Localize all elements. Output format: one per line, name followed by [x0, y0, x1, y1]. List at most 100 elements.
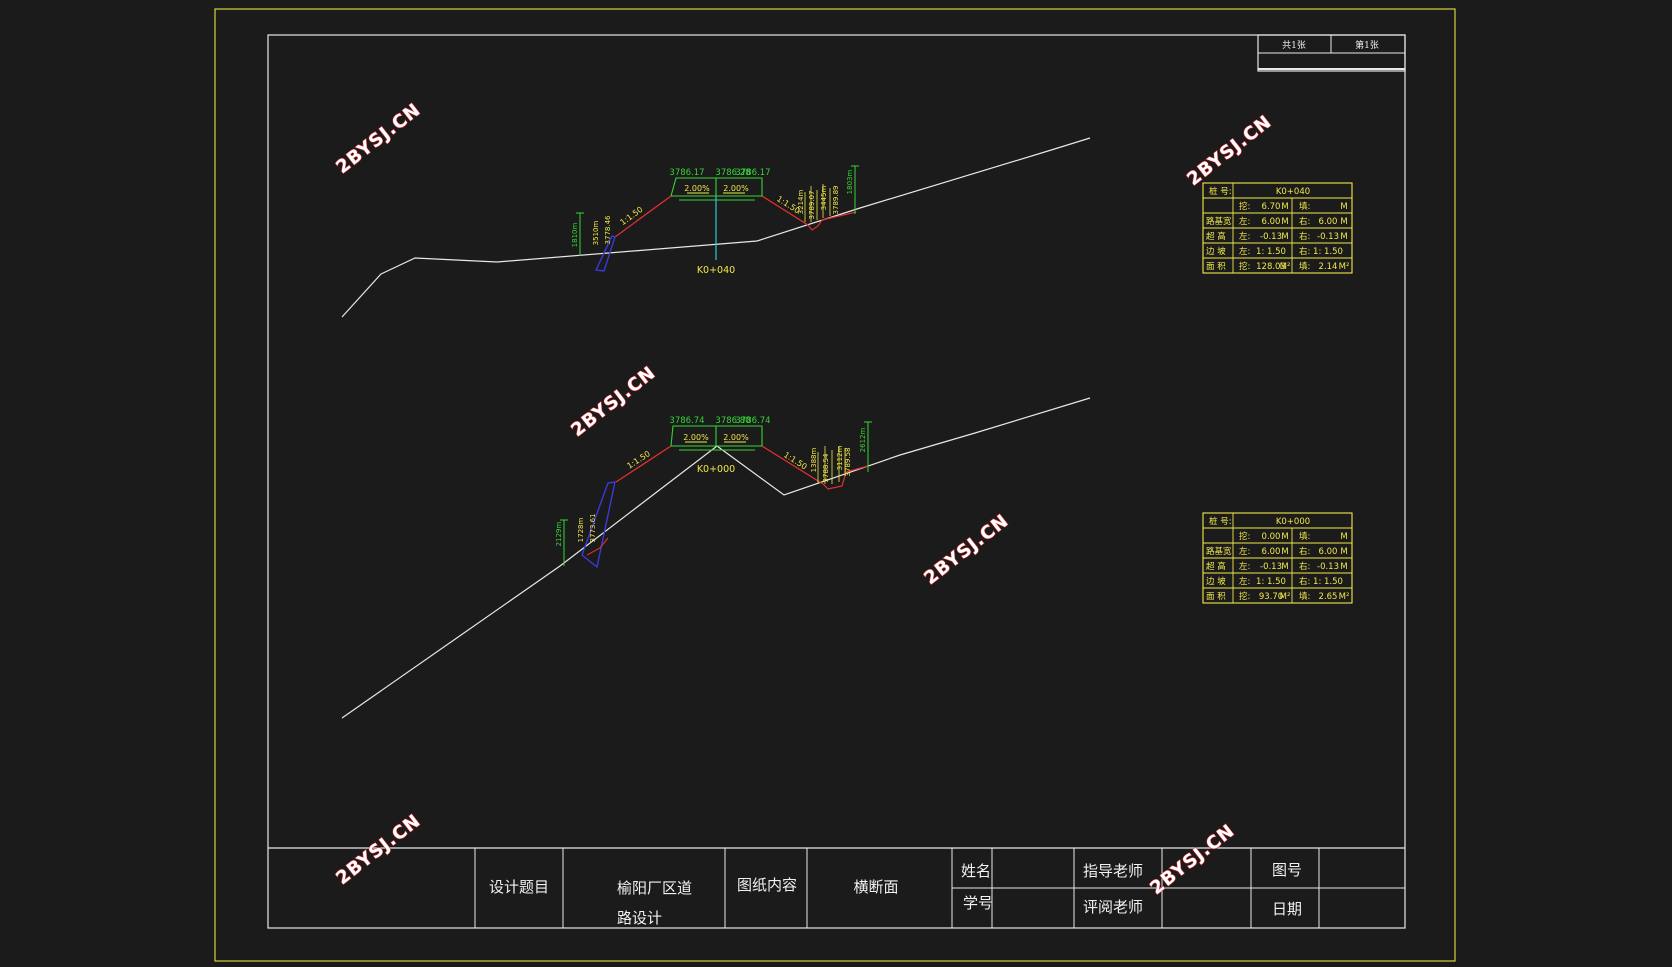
table-cell: 0.00: [1262, 532, 1281, 542]
dim-left-outer-k0000: 2129m: [555, 522, 563, 547]
dim-right-outer-k0000: 2612m: [859, 428, 867, 453]
table-row-label: 边 坡: [1206, 246, 1226, 257]
name-label: 姓名: [961, 862, 991, 880]
dim-left-outer-k0040: 1810m: [571, 223, 579, 248]
sheet-current: 第1张: [1355, 39, 1379, 51]
dim-left-elev-k0040: 3778.46: [604, 215, 612, 244]
watermark: 2BYSJ.CN: [332, 99, 425, 178]
elev-top-right-k0000: 3786.74: [735, 416, 770, 426]
table-cell: M²: [1339, 592, 1350, 602]
table-row-label: 面 积: [1206, 591, 1226, 602]
section-table-k0000: 桩 号: K0+000挖: 0.00 M 填: M路基宽 左: 6.00 M 右: 6.00 M超 高…: [1202, 512, 1353, 604]
design-topic-label: 设计题目: [489, 878, 549, 896]
table-cell: 6.70: [1262, 202, 1281, 212]
cross-section-k0000: 3786.74 3786.80 3786.74 2.00% 2.00% K0+0…: [341, 397, 1091, 719]
table-cell: 1: 1.50: [1313, 247, 1343, 257]
watermarks: 2BYSJ.CN 2BYSJ.CN 2BYSJ.CN 2BYSJ.CN 2BYS…: [332, 99, 1277, 900]
table-cell: M²: [1339, 262, 1350, 272]
table-station: K0+000: [1276, 517, 1310, 527]
table-cell: 填:: [1299, 531, 1310, 542]
watermark: 2BYSJ.CN: [920, 510, 1013, 589]
elev-top-right-k0040: 3786.17: [735, 168, 770, 178]
table-cell: M: [1281, 202, 1288, 212]
table-cell: 右:: [1299, 561, 1310, 572]
table-cell: M: [1281, 232, 1288, 242]
sheet-total: 共1张: [1282, 40, 1306, 51]
date-label: 日期: [1272, 900, 1302, 918]
table-cell: -0.13: [1260, 232, 1282, 242]
ditch-k0000: [581, 481, 616, 569]
design-topic-line2: 路设计: [617, 909, 662, 927]
dim-right-c-k0000: 3112m: [836, 446, 844, 471]
table-cell: 桩 号:: [1209, 186, 1232, 197]
dim-right-outer-k0040: 1803m: [846, 170, 854, 195]
sheet-count-box: 共1张 第1张: [1257, 34, 1406, 72]
slope-label-left-k0040: 1:1.50: [619, 205, 645, 227]
table-cell: 桩 号:: [1209, 516, 1232, 527]
table-cell: 挖:: [1239, 591, 1250, 602]
table-cell: 右:: [1299, 576, 1310, 587]
table-cell: 1: 1.50: [1313, 577, 1343, 587]
drawing-content-label: 图纸内容: [737, 876, 797, 894]
table-cell: 1: 1.50: [1256, 577, 1286, 587]
drawing-content-value: 横断面: [853, 878, 898, 896]
table-cell: M: [1340, 547, 1347, 557]
crossfall-right-k0040: 2.00%: [723, 184, 749, 193]
table-cell: 左:: [1239, 246, 1250, 257]
crossfall-left-k0040: 2.00%: [684, 184, 710, 193]
elev-top-left-k0040: 3786.17: [669, 168, 704, 178]
table-cell: 2.65: [1319, 592, 1338, 602]
section-table-k0040: 桩 号: K0+040挖: 6.70 M 填: M路基宽 左: 6.00 M 右: 6.00 M超 高…: [1202, 182, 1353, 274]
table-cell: 挖:: [1239, 201, 1250, 212]
table-cell: M: [1340, 202, 1347, 212]
table-cell: 6.00: [1319, 217, 1338, 227]
dim-left-inner-k0040: 3510m: [592, 221, 600, 246]
table-cell: 右:: [1299, 216, 1310, 227]
design-topic-line1: 榆阳厂区道: [617, 879, 692, 897]
dim-right-d-k0000: 3789.58: [844, 448, 852, 477]
inner-frame: [267, 34, 1406, 929]
table-cell: 2.14: [1319, 262, 1338, 272]
table-row-label: 超 高: [1206, 231, 1226, 242]
table-cell: 左:: [1239, 231, 1250, 242]
table-cell: M: [1281, 532, 1288, 542]
table-cell: M: [1340, 562, 1347, 572]
table-row-label: 边 坡: [1206, 576, 1226, 587]
table-cell: M²: [1280, 592, 1291, 602]
student-id-label: 学号: [963, 894, 993, 912]
table-cell: M: [1340, 232, 1347, 242]
table-cell: 左:: [1239, 216, 1250, 227]
title-block: 设计题目 榆阳厂区道 路设计 图纸内容 横断面 姓名 学号 指导老师 评阅老师 …: [268, 847, 1405, 928]
table-cell: -0.13: [1317, 562, 1339, 572]
watermark: 2BYSJ.CN: [1146, 820, 1239, 899]
dim-right-d-k0040: 3789.89: [832, 186, 840, 215]
watermark: 2BYSJ.CN: [1183, 111, 1276, 190]
table-cell: M: [1340, 532, 1347, 542]
station-label-k0000: K0+000: [697, 464, 735, 475]
dim-right-c-k0040: 3445m: [820, 186, 828, 211]
table-cell: 右:: [1299, 546, 1310, 557]
table-cell: 右:: [1299, 246, 1310, 257]
dim-right-b-k0040: 3789.07: [808, 191, 816, 220]
elev-top-left-k0000: 3786.74: [669, 416, 704, 426]
table-station: K0+040: [1276, 187, 1310, 197]
table-cell: 右:: [1299, 231, 1310, 242]
table-row-label: 路基宽: [1206, 216, 1232, 227]
table-cell: 挖:: [1239, 261, 1250, 272]
table-row-label: 路基宽: [1206, 546, 1232, 557]
reviewer-label: 评阅老师: [1083, 898, 1143, 916]
crossfall-right-k0000: 2.00%: [723, 433, 749, 442]
drawing-no-label: 图号: [1272, 861, 1302, 879]
cross-section-k0040: 3786.17 3786.28 3786.17 2.00% 2.00% K0+0…: [341, 137, 1091, 318]
station-label-k0040: K0+040: [697, 265, 735, 276]
crossfall-left-k0000: 2.00%: [683, 433, 709, 442]
dim-right-a-k0000: 1388m: [810, 448, 818, 473]
advisor-label: 指导老师: [1083, 862, 1143, 880]
table-cell: 左:: [1239, 576, 1250, 587]
table-cell: 左:: [1239, 546, 1250, 557]
dim-left-elev-k0000: 3773.61: [589, 514, 597, 543]
dim-right-a-k0040: 3214m: [797, 190, 805, 215]
table-cell: 填:: [1299, 261, 1310, 272]
dim-left-inner-k0000: 1728m: [577, 518, 585, 543]
table-cell: 填:: [1299, 591, 1310, 602]
